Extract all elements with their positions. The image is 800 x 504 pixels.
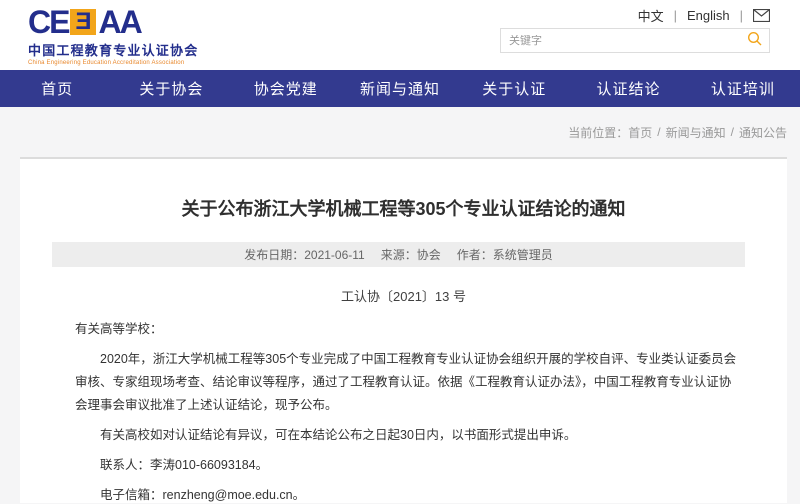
- article-meta-bar: 发布日期：2021-06-11 来源：协会 作者：系统管理员: [52, 242, 745, 267]
- nav-item-news[interactable]: 新闻与通知: [343, 70, 457, 107]
- language-switcher: 中文 | English |: [638, 6, 770, 25]
- article-card: 关于公布浙江大学机械工程等305个专业认证结论的通知 发布日期：2021-06-…: [20, 157, 787, 503]
- site-header: CE Ǝ AA 中国工程教育专业认证协会 China Engineering E…: [0, 0, 800, 70]
- breadcrumb: 当前位置： 首页 / 新闻与通知 / 通知公告: [0, 107, 800, 157]
- breadcrumb-separator: /: [657, 125, 660, 139]
- search-button[interactable]: [741, 29, 769, 52]
- mail-icon[interactable]: [753, 9, 770, 22]
- nav-item-home[interactable]: 首页: [0, 70, 114, 107]
- logo-reversed-e-block: Ǝ: [70, 9, 96, 35]
- divider: |: [740, 8, 743, 23]
- content-background: 当前位置： 首页 / 新闻与通知 / 通知公告 关于公布浙江大学机械工程等305…: [0, 107, 800, 504]
- author: 作者：系统管理员: [457, 246, 553, 263]
- lang-chinese-link[interactable]: 中文: [638, 6, 664, 25]
- paragraph-salutation: 有关高等学校：: [75, 318, 743, 341]
- logo-english-name: China Engineering Education Accreditatio…: [28, 60, 198, 66]
- search-input[interactable]: [501, 35, 741, 47]
- page-title: 关于公布浙江大学机械工程等305个专业认证结论的通知: [20, 195, 787, 221]
- document-number: 工认协〔2021〕13 号: [20, 286, 787, 305]
- search-icon: [747, 31, 763, 50]
- breadcrumb-news[interactable]: 新闻与通知: [666, 124, 726, 141]
- divider: |: [674, 8, 677, 23]
- nav-item-accreditation[interactable]: 关于认证: [457, 70, 571, 107]
- logo-chinese-name: 中国工程教育专业认证协会: [28, 40, 198, 59]
- paragraph-main: 2020年，浙江大学机械工程等305个专业完成了中国工程教育专业认证协会组织开展…: [75, 348, 743, 417]
- breadcrumb-notices[interactable]: 通知公告: [739, 124, 787, 141]
- nav-item-training[interactable]: 认证培训: [686, 70, 800, 107]
- logo-text-aa: AA: [98, 7, 140, 37]
- breadcrumb-home[interactable]: 首页: [628, 124, 652, 141]
- search-box: [500, 28, 770, 53]
- breadcrumb-separator: /: [731, 125, 734, 139]
- logo-wordmark: CE Ǝ AA: [28, 7, 198, 37]
- logo-text-ce: CE: [28, 7, 68, 37]
- paragraph-contact: 联系人：李涛010-66093184。: [75, 454, 743, 477]
- ceeaa-logo[interactable]: CE Ǝ AA 中国工程教育专业认证协会 China Engineering E…: [28, 7, 198, 66]
- nav-item-about[interactable]: 关于协会: [114, 70, 228, 107]
- publish-date: 发布日期：2021-06-11: [244, 246, 365, 263]
- main-nav: 首页 关于协会 协会党建 新闻与通知 关于认证 认证结论 认证培训: [0, 70, 800, 107]
- nav-item-results[interactable]: 认证结论: [571, 70, 685, 107]
- lang-english-link[interactable]: English: [687, 8, 730, 23]
- nav-item-party[interactable]: 协会党建: [229, 70, 343, 107]
- article-body: 有关高等学校： 2020年，浙江大学机械工程等305个专业完成了中国工程教育专业…: [75, 318, 743, 503]
- source: 来源：协会: [381, 246, 441, 263]
- paragraph-email: 电子信箱：renzheng@moe.edu.cn。: [75, 484, 743, 503]
- paragraph-appeal: 有关高校如对认证结论有异议，可在本结论公布之日起30日内，以书面形式提出申诉。: [75, 424, 743, 447]
- breadcrumb-prefix: 当前位置：: [568, 124, 628, 141]
